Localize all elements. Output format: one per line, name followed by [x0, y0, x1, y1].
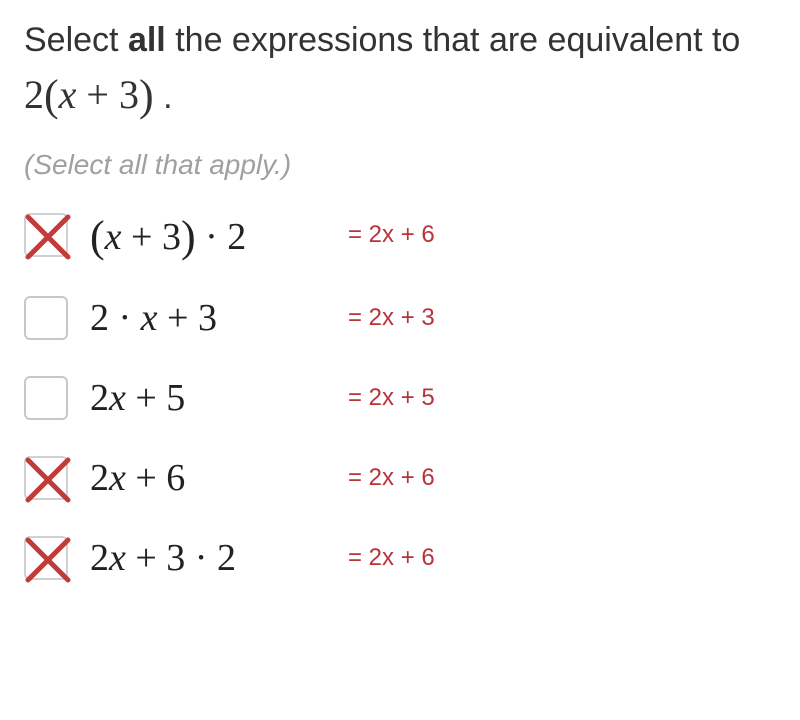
option-annotation: = 2x + 5 [348, 384, 435, 412]
question-expression: 2(x + 3) [24, 72, 154, 117]
option-row: 2x + 6 = 2x + 6 [24, 456, 776, 500]
option-expression: 2x + 5 [90, 376, 340, 420]
option-annotation: = 2x + 3 [348, 304, 435, 332]
select-hint: (Select all that apply.) [24, 149, 776, 181]
option-expression: 2 · x + 3 [90, 296, 340, 340]
option-row: (x + 3) · 2 = 2x + 6 [24, 209, 776, 260]
options-list: (x + 3) · 2 = 2x + 6 2 · x + 3 = 2x + 3 2x +… [24, 209, 776, 580]
option-row: 2 · x + 3 = 2x + 3 [24, 296, 776, 340]
option-checkbox[interactable] [24, 213, 68, 257]
option-checkbox[interactable] [24, 536, 68, 580]
option-expression: 2x + 6 [90, 456, 340, 500]
option-row: 2x + 5 = 2x + 5 [24, 376, 776, 420]
option-checkbox[interactable] [24, 376, 68, 420]
question-text: Select all the expressions that are equi… [24, 18, 776, 123]
option-row: 2x + 3 · 2 = 2x + 6 [24, 536, 776, 580]
option-expression: 2x + 3 · 2 [90, 536, 340, 580]
option-annotation: = 2x + 6 [348, 221, 435, 249]
option-expression: (x + 3) · 2 [90, 209, 340, 260]
option-checkbox[interactable] [24, 296, 68, 340]
option-annotation: = 2x + 6 [348, 544, 435, 572]
option-annotation: = 2x + 6 [348, 464, 435, 492]
option-checkbox[interactable] [24, 456, 68, 500]
